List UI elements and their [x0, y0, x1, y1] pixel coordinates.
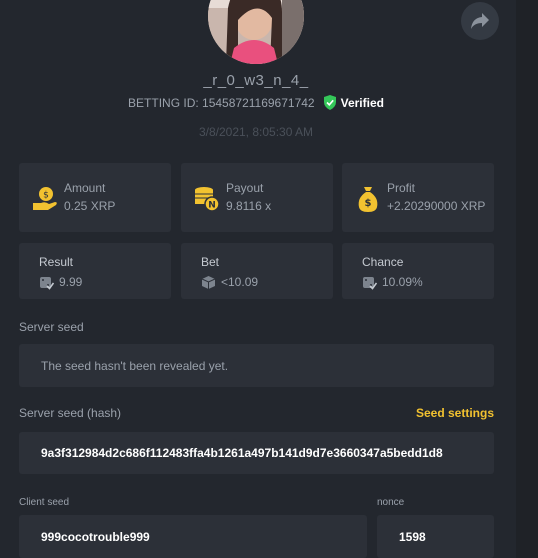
- cube-icon: [201, 276, 216, 289]
- nonce-field[interactable]: 1598: [377, 515, 494, 558]
- result-label: Result: [39, 255, 74, 269]
- verified-badge: Verified: [323, 95, 384, 110]
- share-icon: [471, 13, 489, 29]
- betting-id: BETTING ID: 15458721169671742: [128, 95, 315, 110]
- chance-card: Chance 10.09%: [342, 243, 494, 299]
- result-value: 9.99: [59, 275, 83, 289]
- payout-label: Payout: [226, 181, 264, 195]
- profit-card: $ Profit +2.20290000 XRP: [342, 163, 494, 232]
- verified-label: Verified: [340, 95, 384, 110]
- dice-icon: [40, 277, 54, 290]
- username: _r_0_w3_n_4_: [203, 72, 309, 89]
- server-seed-label: Server seed: [19, 320, 84, 334]
- result-card: Result 9.99: [19, 243, 171, 299]
- profit-value: +2.20290000 XRP: [387, 199, 486, 213]
- chance-value: 10.09%: [382, 275, 423, 289]
- scrollbar-track[interactable]: [516, 0, 538, 558]
- server-seed-field: The seed hasn't been revealed yet.: [19, 344, 494, 387]
- profit-label: Profit: [387, 181, 416, 195]
- seed-settings-link[interactable]: Seed settings: [416, 406, 494, 420]
- bet-value: <10.09: [221, 275, 259, 289]
- verified-shield-icon: [323, 95, 336, 110]
- amount-label: Amount: [64, 181, 106, 195]
- share-button[interactable]: [461, 2, 499, 40]
- bet-label: Bet: [201, 255, 220, 269]
- server-seed-hash-field[interactable]: 9a3f312984d2c686f112483ffa4b1261a497b141…: [19, 432, 494, 474]
- client-seed-field[interactable]: 999cocotrouble999: [19, 515, 367, 558]
- betting-id-row: BETTING ID: 15458721169671742 Verified: [0, 95, 512, 110]
- client-seed-label: Client seed: [19, 497, 70, 508]
- chance-label: Chance: [362, 255, 404, 269]
- coin-stack-icon: N: [195, 187, 220, 212]
- nonce-label: nonce: [377, 497, 405, 508]
- svg-text:$: $: [365, 198, 372, 209]
- server-seed-hash-label: Server seed (hash): [19, 406, 122, 420]
- bet-card: Bet <10.09: [181, 243, 333, 299]
- bet-date: 3/8/2021, 8:05:30 AM: [198, 125, 314, 139]
- amount-value: 0.25 XRP: [64, 199, 116, 213]
- svg-text:N: N: [208, 201, 216, 211]
- money-bag-hand-icon: $: [33, 187, 57, 210]
- dice-icon: [363, 277, 377, 290]
- payout-value: 9.8116 x: [226, 199, 272, 213]
- svg-text:$: $: [43, 191, 49, 201]
- amount-card: $ Amount 0.25 XRP: [19, 163, 171, 232]
- payout-card: N Payout 9.8116 x: [181, 163, 333, 232]
- money-bag-icon: $: [358, 187, 378, 212]
